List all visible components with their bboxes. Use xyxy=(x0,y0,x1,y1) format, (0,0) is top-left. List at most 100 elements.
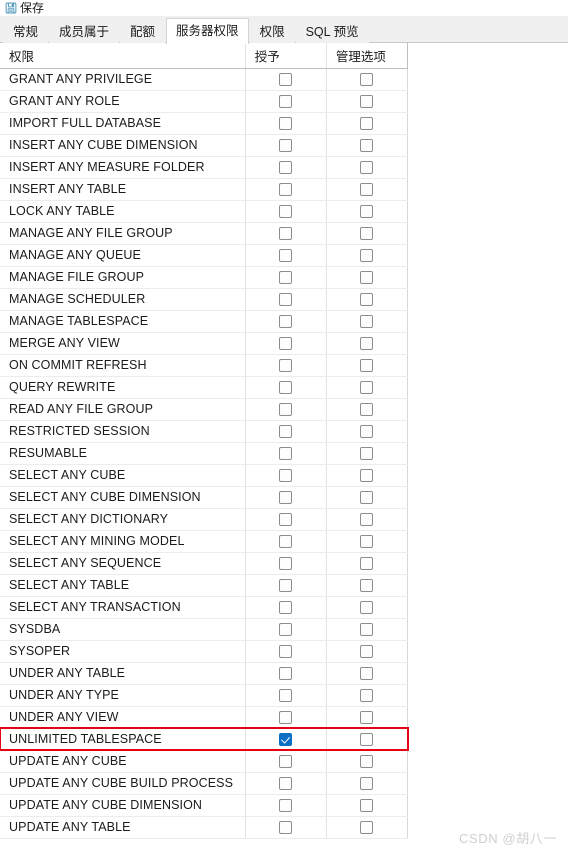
grant-cell[interactable] xyxy=(245,728,327,751)
table-row[interactable]: INSERT ANY TABLE xyxy=(0,178,409,201)
table-row[interactable]: UNDER ANY VIEW xyxy=(0,706,409,729)
admin-option-cell[interactable] xyxy=(326,420,409,443)
grant-checkbox[interactable] xyxy=(279,337,293,351)
admin-option-checkbox[interactable] xyxy=(360,403,374,417)
table-row[interactable]: INSERT ANY MEASURE FOLDER xyxy=(0,156,409,179)
admin-option-cell[interactable] xyxy=(326,706,409,729)
table-row[interactable]: IMPORT FULL DATABASE xyxy=(0,112,409,135)
grant-cell[interactable] xyxy=(245,288,327,311)
admin-option-cell[interactable] xyxy=(326,288,409,311)
grant-cell[interactable] xyxy=(245,112,327,135)
grant-checkbox[interactable] xyxy=(279,667,293,681)
table-row[interactable]: SELECT ANY DICTIONARY xyxy=(0,508,409,531)
admin-option-cell[interactable] xyxy=(326,310,409,333)
grant-checkbox[interactable] xyxy=(279,777,293,791)
grant-checkbox[interactable] xyxy=(279,535,293,549)
admin-option-cell[interactable] xyxy=(326,640,409,663)
grant-checkbox[interactable] xyxy=(279,425,293,439)
grant-cell[interactable] xyxy=(245,596,327,619)
grant-checkbox[interactable] xyxy=(279,293,293,307)
table-row[interactable]: READ ANY FILE GROUP xyxy=(0,398,409,421)
table-row[interactable]: MANAGE TABLESPACE xyxy=(0,310,409,333)
grant-checkbox[interactable] xyxy=(279,755,293,769)
admin-option-checkbox[interactable] xyxy=(360,579,374,593)
table-row[interactable]: SELECT ANY CUBE xyxy=(0,464,409,487)
column-header-admin-option[interactable]: 管理选项 xyxy=(326,43,409,69)
grant-checkbox[interactable] xyxy=(279,359,293,373)
table-row[interactable]: UPDATE ANY CUBE DIMENSION xyxy=(0,794,409,817)
grant-cell[interactable] xyxy=(245,134,327,157)
admin-option-checkbox[interactable] xyxy=(360,777,374,791)
grant-checkbox[interactable] xyxy=(279,645,293,659)
admin-option-cell[interactable] xyxy=(326,68,409,91)
grant-cell[interactable] xyxy=(245,266,327,289)
grant-cell[interactable] xyxy=(245,442,327,465)
grant-checkbox[interactable] xyxy=(279,315,293,329)
admin-option-checkbox[interactable] xyxy=(360,183,374,197)
admin-option-checkbox[interactable] xyxy=(360,95,374,109)
admin-option-checkbox[interactable] xyxy=(360,161,374,175)
grant-checkbox[interactable] xyxy=(279,601,293,615)
admin-option-checkbox[interactable] xyxy=(360,645,374,659)
admin-option-cell[interactable] xyxy=(326,222,409,245)
admin-option-cell[interactable] xyxy=(326,772,409,795)
table-row[interactable]: MANAGE ANY QUEUE xyxy=(0,244,409,267)
table-row[interactable]: SELECT ANY MINING MODEL xyxy=(0,530,409,553)
admin-option-cell[interactable] xyxy=(326,332,409,355)
admin-option-checkbox[interactable] xyxy=(360,601,374,615)
table-row[interactable]: MANAGE SCHEDULER xyxy=(0,288,409,311)
grant-checkbox[interactable] xyxy=(279,513,293,527)
admin-option-cell[interactable] xyxy=(326,596,409,619)
admin-option-cell[interactable] xyxy=(326,266,409,289)
admin-option-checkbox[interactable] xyxy=(360,799,374,813)
table-row[interactable]: GRANT ANY ROLE xyxy=(0,90,409,113)
grant-checkbox[interactable] xyxy=(279,557,293,571)
table-row[interactable]: UNDER ANY TABLE xyxy=(0,662,409,685)
admin-option-cell[interactable] xyxy=(326,618,409,641)
table-row[interactable]: UNDER ANY TYPE xyxy=(0,684,409,707)
table-row[interactable]: MERGE ANY VIEW xyxy=(0,332,409,355)
grant-checkbox[interactable] xyxy=(279,117,293,131)
admin-option-checkbox[interactable] xyxy=(360,513,374,527)
grant-checkbox[interactable] xyxy=(279,579,293,593)
table-row[interactable]: SYSDBA xyxy=(0,618,409,641)
grant-cell[interactable] xyxy=(245,222,327,245)
grant-checkbox[interactable] xyxy=(279,95,293,109)
admin-option-cell[interactable] xyxy=(326,200,409,223)
admin-option-cell[interactable] xyxy=(326,134,409,157)
table-row[interactable]: SELECT ANY TRANSACTION xyxy=(0,596,409,619)
table-row[interactable]: INSERT ANY CUBE DIMENSION xyxy=(0,134,409,157)
grant-cell[interactable] xyxy=(245,376,327,399)
table-row[interactable]: GRANT ANY PRIVILEGE xyxy=(0,68,409,91)
admin-option-cell[interactable] xyxy=(326,530,409,553)
grant-checkbox[interactable] xyxy=(279,711,293,725)
admin-option-checkbox[interactable] xyxy=(360,205,374,219)
tab-3[interactable]: 服务器权限 xyxy=(166,18,249,44)
grant-checkbox[interactable] xyxy=(279,183,293,197)
admin-option-cell[interactable] xyxy=(326,728,409,751)
save-button[interactable]: 保存 xyxy=(2,0,47,16)
grant-cell[interactable] xyxy=(245,156,327,179)
admin-option-cell[interactable] xyxy=(326,398,409,421)
admin-option-checkbox[interactable] xyxy=(360,249,374,263)
grant-cell[interactable] xyxy=(245,794,327,817)
admin-option-checkbox[interactable] xyxy=(360,623,374,637)
admin-option-checkbox[interactable] xyxy=(360,73,374,87)
grant-checkbox[interactable] xyxy=(279,733,293,747)
grant-checkbox[interactable] xyxy=(279,227,293,241)
admin-option-checkbox[interactable] xyxy=(360,117,374,131)
admin-option-cell[interactable] xyxy=(326,376,409,399)
grant-checkbox[interactable] xyxy=(279,161,293,175)
table-row[interactable]: SELECT ANY CUBE DIMENSION xyxy=(0,486,409,509)
admin-option-checkbox[interactable] xyxy=(360,359,374,373)
tab-5[interactable]: SQL 预览 xyxy=(295,21,369,43)
grant-checkbox[interactable] xyxy=(279,447,293,461)
grant-cell[interactable] xyxy=(245,706,327,729)
admin-option-cell[interactable] xyxy=(326,684,409,707)
admin-option-checkbox[interactable] xyxy=(360,447,374,461)
table-row[interactable]: ON COMMIT REFRESH xyxy=(0,354,409,377)
grant-checkbox[interactable] xyxy=(279,623,293,637)
grant-checkbox[interactable] xyxy=(279,139,293,153)
table-row[interactable]: UPDATE ANY CUBE BUILD PROCESS xyxy=(0,772,409,795)
admin-option-checkbox[interactable] xyxy=(360,667,374,681)
